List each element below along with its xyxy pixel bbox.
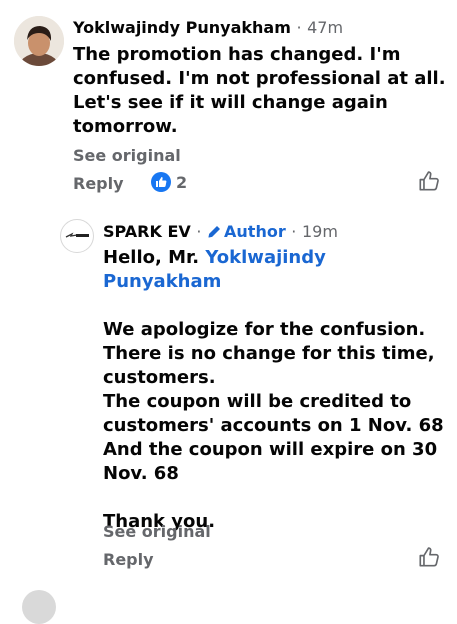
separator-dot: · — [196, 222, 202, 241]
commenter-avatar[interactable] — [14, 16, 64, 66]
reply-button[interactable]: Reply — [73, 174, 124, 193]
separator-dot: · — [296, 18, 302, 37]
reply-timestamp[interactable]: 19m — [302, 222, 338, 241]
like-icon — [151, 172, 171, 192]
reaction-summary[interactable]: 2 — [151, 172, 187, 192]
pencil-icon — [207, 224, 222, 243]
reply-button[interactable]: Reply — [103, 550, 154, 569]
see-original-link[interactable]: See original — [103, 522, 211, 541]
see-original-link[interactable]: See original — [73, 146, 181, 165]
separator-dot: · — [291, 222, 297, 241]
reply-author-line: SPARK EV · Author · 19m — [103, 222, 338, 243]
reply-author-name[interactable]: SPARK EV — [103, 222, 191, 241]
reply-message: We apologize for the confusion. There is… — [103, 319, 444, 532]
comment-text: The promotion has changed. I'm confused.… — [73, 44, 452, 137]
author-badge: Author — [207, 222, 291, 241]
greeting-prefix: Hello, Mr. — [103, 247, 206, 268]
comment-timestamp[interactable]: 47m — [307, 18, 343, 37]
reply-text: Hello, Mr. Yoklwajindy Punyakham We apol… — [103, 246, 448, 534]
author-badge-label: Author — [224, 222, 286, 241]
next-commenter-avatar[interactable] — [22, 590, 56, 624]
spark-ev-avatar[interactable] — [60, 219, 94, 253]
thumbs-up-outline-icon[interactable] — [418, 170, 440, 192]
commenter-name[interactable]: Yoklwajindy Punyakham — [73, 18, 291, 37]
commenter-name-line: Yoklwajindy Punyakham · 47m — [73, 18, 343, 37]
thumbs-up-outline-icon[interactable] — [418, 546, 440, 568]
reaction-count: 2 — [176, 172, 188, 192]
